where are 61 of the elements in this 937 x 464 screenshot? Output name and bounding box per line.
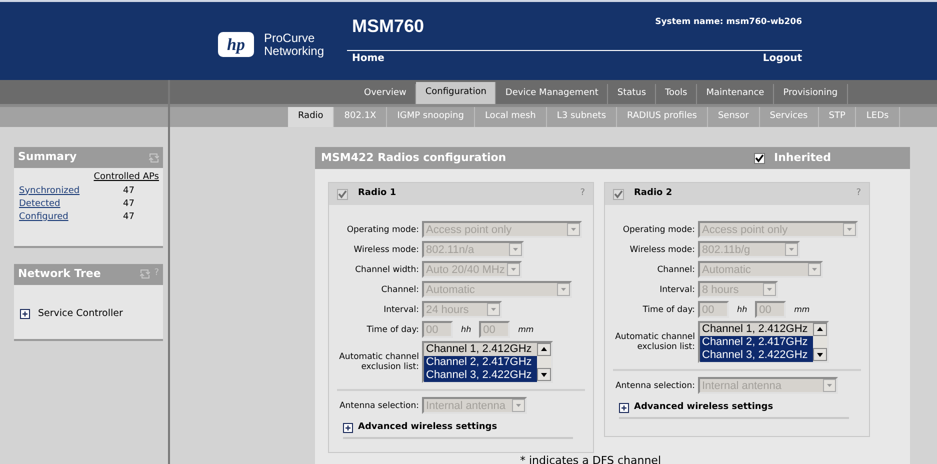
sub-tab[interactable]: STP xyxy=(818,107,856,127)
field-label: Channel: xyxy=(656,264,696,274)
radio-title: Radio 1 xyxy=(358,187,396,200)
field-label: Operating mode: xyxy=(622,224,696,234)
sub-tab[interactable]: Services xyxy=(760,107,819,127)
field-label: Channel width: xyxy=(354,264,420,274)
unit-label: hh xyxy=(461,324,472,336)
checkbox[interactable] xyxy=(754,152,765,164)
refresh-icon xyxy=(149,152,159,162)
sub-tab[interactable]: Local mesh xyxy=(474,107,547,127)
sub-tab[interactable]: IGMP snooping xyxy=(387,107,475,127)
column-header: Controlled APs xyxy=(94,172,159,182)
field-label: Operating mode: xyxy=(346,224,420,234)
logo-icon: hp xyxy=(218,32,254,57)
scrollbar[interactable] xyxy=(537,343,551,381)
unit-label: mm xyxy=(518,324,534,336)
home-link[interactable]: Home xyxy=(352,53,384,64)
field-label: Interval: xyxy=(658,284,696,294)
panel-title: Network Tree xyxy=(18,266,101,282)
scrollbar[interactable] xyxy=(813,323,827,361)
summary-link[interactable]: Configured xyxy=(19,210,123,224)
field-label: Automatic channel exclusion list: xyxy=(614,332,696,352)
count-value: 47 xyxy=(123,198,134,210)
count-value: 47 xyxy=(123,184,134,198)
tree-item[interactable]: Service Controller xyxy=(38,306,123,321)
field-label: Antenna selection: xyxy=(614,380,696,390)
inherited-label: Inherited xyxy=(774,150,832,166)
field-label: Wireless mode: xyxy=(352,244,420,254)
field-label: Time of day: xyxy=(366,324,420,334)
sub-tab[interactable]: Radio xyxy=(288,107,334,127)
brand-name: ProCurve Networking xyxy=(264,32,324,58)
field-label: Automatic channel exclusion list: xyxy=(338,352,420,372)
system-name: System name: msm760-wb206 xyxy=(655,16,802,29)
field-label: Channel: xyxy=(380,284,420,294)
scroll-down-icon xyxy=(537,368,551,381)
radio-title: Radio 2 xyxy=(634,187,672,200)
summary-link[interactable]: Detected xyxy=(19,198,123,210)
unit-label: mm xyxy=(794,304,810,316)
refresh-icon xyxy=(140,269,150,279)
sub-tab[interactable]: 802.1X xyxy=(334,107,388,127)
app-title: MSM760 xyxy=(352,16,424,37)
sub-tab[interactable]: L3 subnets xyxy=(546,107,618,127)
field-label: Antenna selection: xyxy=(338,400,420,410)
footnote: * indicates a DFS channel xyxy=(519,452,662,464)
field-label: Interval: xyxy=(382,304,420,314)
sub-tab[interactable]: LEDs xyxy=(856,107,900,127)
panel-title: Summary xyxy=(18,149,77,166)
summary-link[interactable]: Synchronized xyxy=(19,184,123,198)
scroll-down-icon xyxy=(813,348,827,361)
logout-link[interactable]: Logout xyxy=(762,53,802,64)
sub-tab[interactable]: RADIUS profiles xyxy=(617,107,708,127)
unit-label: hh xyxy=(737,304,748,316)
count-value: 47 xyxy=(123,210,134,224)
scroll-up-icon xyxy=(537,343,551,356)
nav-tab[interactable]: Configuration xyxy=(416,82,496,104)
scroll-up-icon xyxy=(813,323,827,336)
field-label: Wireless mode: xyxy=(628,244,696,254)
sub-tab[interactable]: Sensor xyxy=(708,107,760,127)
help-icon[interactable]: ? xyxy=(154,267,159,281)
field-label: Time of day: xyxy=(642,304,696,314)
panel-title: MSM422 Radios configuration xyxy=(321,150,506,166)
